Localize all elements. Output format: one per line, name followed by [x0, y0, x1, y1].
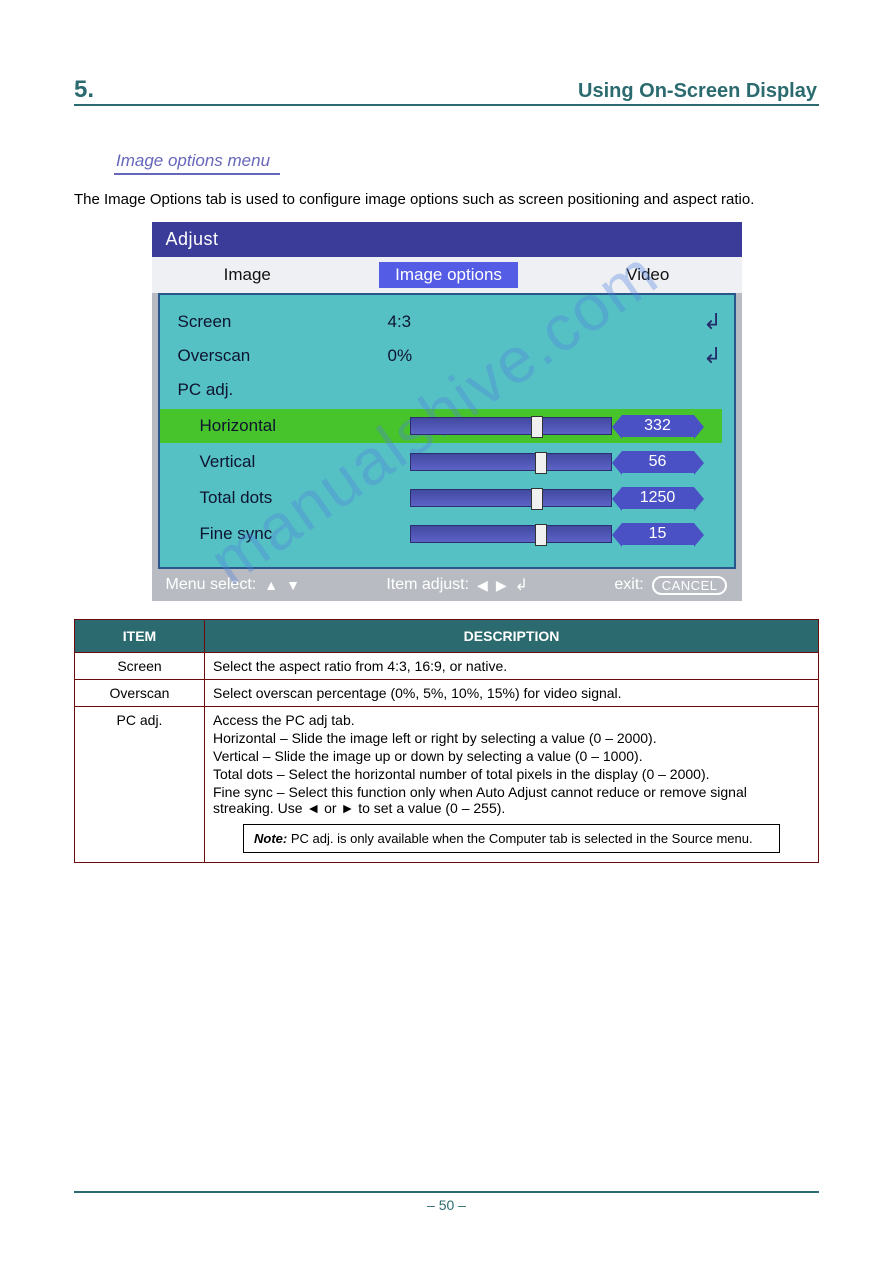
col-header-description: DESCRIPTION: [205, 620, 819, 653]
osd-pcadj-label: PC adj.: [172, 380, 388, 400]
osd-window: Adjust Image Image options Video Screen …: [152, 222, 742, 601]
chapter-number: 5.: [74, 76, 94, 104]
page-footer: – 50 –: [74, 1191, 819, 1213]
manual-page: 5. Using On-Screen Display Image options…: [0, 0, 893, 1263]
slider-value-badge: 332: [622, 415, 694, 437]
osd-tab-video[interactable]: Video: [610, 262, 685, 288]
intro-paragraph: The Image Options tab is used to configu…: [74, 191, 819, 208]
osd-tab-bar: Image Image options Video: [152, 257, 742, 293]
slider-cell: 56: [410, 451, 722, 473]
pcadj-sub-totaldots: Total dots – Select the horizontal numbe…: [213, 766, 810, 782]
osd-footer: Menu select: ▲ ▼ Item adjust: ◀ ▶ ↲ exit…: [152, 569, 742, 601]
menu-select-label: Menu select:: [166, 576, 257, 594]
enter-icon: ↲: [677, 343, 722, 369]
slider-cell: 15: [410, 523, 722, 545]
osd-screen-value: 4:3: [388, 312, 677, 332]
exit-label: exit:: [614, 576, 643, 594]
options-table: ITEM DESCRIPTION Screen Select the aspec…: [74, 619, 819, 863]
osd-footer-item-adjust: Item adjust: ◀ ▶ ↲: [386, 575, 528, 595]
header-divider: [74, 104, 819, 106]
slider-thumb[interactable]: [531, 416, 543, 438]
osd-row-screen[interactable]: Screen 4:3 ↲: [172, 305, 722, 339]
slider-track[interactable]: [410, 453, 612, 471]
item-adjust-label: Item adjust:: [386, 576, 469, 594]
chapter-title: Using On-Screen Display: [578, 80, 817, 103]
note-label: Note:: [254, 831, 287, 846]
slider-track[interactable]: [410, 417, 612, 435]
table-row: Screen Select the aspect ratio from 4:3,…: [75, 653, 819, 680]
slider-label: Total dots: [172, 488, 410, 508]
slider-track[interactable]: [410, 489, 612, 507]
footer-divider: [74, 1191, 819, 1193]
osd-slider-row[interactable]: Total dots 1250: [172, 481, 722, 515]
osd-footer-menu-select: Menu select: ▲ ▼: [166, 576, 300, 594]
row-pcadj-name: PC adj.: [75, 707, 205, 863]
osd-row-overscan[interactable]: Overscan 0% ↲: [172, 339, 722, 373]
note-box: Note: PC adj. is only available when the…: [243, 824, 780, 853]
slider-cell: 1250: [410, 487, 722, 509]
osd-overscan-value: 0%: [388, 346, 677, 366]
osd-slider-row[interactable]: Vertical 56: [172, 445, 722, 479]
osd-overscan-label: Overscan: [172, 346, 388, 366]
col-header-item: ITEM: [75, 620, 205, 653]
pcadj-sub-finesync: Fine sync – Select this function only wh…: [213, 784, 810, 816]
page-header: 5. Using On-Screen Display: [74, 76, 819, 106]
enter-icon: ↲: [515, 575, 528, 595]
pcadj-sub-vertical: Vertical – Slide the image up or down by…: [213, 748, 810, 764]
row-pcadj-desc: Access the PC adj tab. Horizontal – Slid…: [205, 707, 819, 863]
enter-icon: ↲: [677, 309, 722, 335]
table-row: PC adj. Access the PC adj tab. Horizonta…: [75, 707, 819, 863]
triangle-down-icon: ▼: [286, 577, 300, 593]
note-text: PC adj. is only available when the Compu…: [291, 831, 753, 846]
osd-footer-exit: exit: CANCEL: [614, 576, 727, 595]
row-overscan-desc: Select overscan percentage (0%, 5%, 10%,…: [205, 680, 819, 707]
osd-screen-label: Screen: [172, 312, 388, 332]
osd-titlebar: Adjust: [152, 222, 742, 257]
slider-value-badge: 15: [622, 523, 694, 545]
pcadj-sublist: Horizontal – Slide the image left or rig…: [213, 730, 810, 816]
osd-row-pcadj: PC adj.: [172, 373, 722, 407]
osd-slider-row[interactable]: Fine sync 15: [172, 517, 722, 551]
osd-slider-row[interactable]: Horizontal 332: [172, 409, 722, 443]
slider-label: Vertical: [172, 452, 410, 472]
slider-track[interactable]: [410, 525, 612, 543]
slider-label: Horizontal: [172, 416, 410, 436]
slider-thumb[interactable]: [531, 488, 543, 510]
triangle-up-icon: ▲: [264, 577, 278, 593]
row-screen-name: Screen: [75, 653, 205, 680]
row-screen-desc: Select the aspect ratio from 4:3, 16:9, …: [205, 653, 819, 680]
slider-thumb[interactable]: [535, 452, 547, 474]
osd-panel: Screen 4:3 ↲ Overscan 0% ↲ PC adj. Horiz…: [158, 293, 736, 569]
slider-thumb[interactable]: [535, 524, 547, 546]
osd-tab-image[interactable]: Image: [208, 262, 287, 288]
page-number: – 50 –: [74, 1197, 819, 1213]
triangle-right-icon: ▶: [496, 577, 507, 594]
table-row: Overscan Select overscan percentage (0%,…: [75, 680, 819, 707]
row-overscan-name: Overscan: [75, 680, 205, 707]
pcadj-sub-horizontal: Horizontal – Slide the image left or rig…: [213, 730, 810, 746]
cancel-button-icon: CANCEL: [652, 576, 728, 595]
slider-label: Fine sync: [172, 524, 410, 544]
section-heading-link[interactable]: Image options menu: [114, 151, 280, 175]
pcadj-desc-text: Access the PC adj tab.: [213, 712, 810, 728]
slider-value-badge: 1250: [622, 487, 694, 509]
triangle-left-icon: ◀: [477, 577, 488, 594]
slider-cell: 332: [410, 415, 722, 437]
slider-value-badge: 56: [622, 451, 694, 473]
osd-tab-image-options[interactable]: Image options: [379, 262, 518, 288]
